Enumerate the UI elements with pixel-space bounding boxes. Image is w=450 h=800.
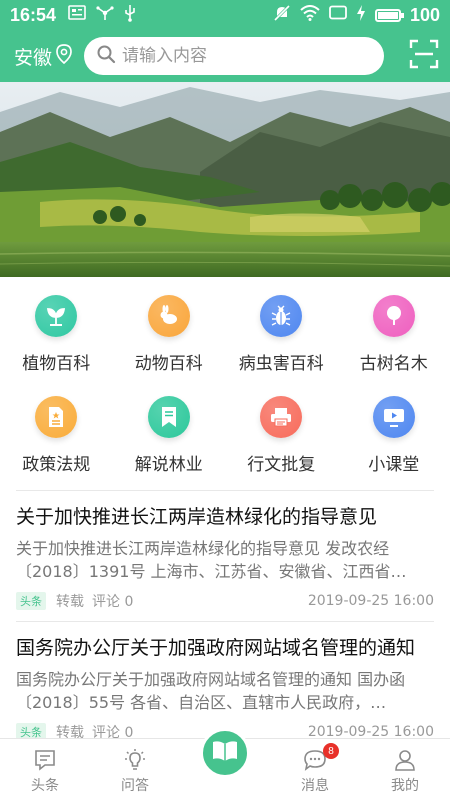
mute-icon bbox=[273, 4, 291, 27]
location-pin-icon bbox=[56, 43, 72, 69]
category-policy-regulations[interactable]: 政策法规 bbox=[0, 396, 113, 475]
category-grid: 植物百科 动物百科 病虫害百科 古树名木 政策法规 解说林业 行文批复 小课堂 bbox=[0, 295, 450, 475]
news-meta: 头条 转载 评论 0 2019-09-25 16:00 bbox=[16, 591, 434, 611]
tab-label: 头条 bbox=[31, 778, 59, 794]
news-title: 关于加快推进长江两岸造林绿化的指导意见 bbox=[16, 506, 378, 528]
category-animal-encyclopedia[interactable]: 动物百科 bbox=[113, 295, 226, 374]
bug-icon bbox=[260, 295, 303, 337]
landscape-banner[interactable] bbox=[0, 82, 450, 277]
tab-messages[interactable]: 8 消息 bbox=[270, 739, 360, 800]
category-mini-classroom[interactable]: 小课堂 bbox=[338, 396, 450, 475]
location-selector[interactable]: 安徽 bbox=[14, 43, 72, 70]
news-summary: 国务院办公厅关于加强政府网站域名管理的通知 国办函〔2018〕55号 各省、自治… bbox=[16, 670, 406, 712]
video-icon bbox=[372, 396, 415, 438]
status-bar: 16:54 100 bbox=[0, 0, 450, 30]
category-plant-encyclopedia[interactable]: 植物百科 bbox=[0, 295, 113, 374]
tab-qa[interactable]: 问答 bbox=[90, 739, 180, 800]
category-label: 行文批复 bbox=[247, 455, 316, 475]
open-book-icon bbox=[211, 739, 239, 767]
tab-label: 问答 bbox=[121, 778, 149, 794]
category-ancient-trees[interactable]: 古树名木 bbox=[338, 295, 450, 374]
news-list: 关于加快推进长江两岸造林绿化的指导意见 关于加快推进长江两岸造林绿化的指导意见 … bbox=[0, 490, 450, 752]
search-input[interactable] bbox=[122, 46, 363, 66]
battery-level: 100 bbox=[409, 4, 440, 25]
scan-button[interactable] bbox=[408, 39, 440, 73]
headlines-icon bbox=[33, 745, 57, 775]
plant-icon bbox=[35, 295, 78, 337]
cast-icon bbox=[329, 5, 347, 25]
tab-label: 我的 bbox=[391, 778, 419, 794]
tab-label: 消息 bbox=[301, 778, 329, 794]
category-label: 政策法规 bbox=[22, 455, 91, 475]
user-icon bbox=[393, 745, 417, 775]
usb-tether-icon bbox=[96, 5, 114, 26]
library-button[interactable] bbox=[200, 728, 250, 778]
category-official-replies[interactable]: 行文批复 bbox=[225, 396, 338, 475]
scan-icon bbox=[409, 39, 439, 73]
battery-icon bbox=[374, 8, 404, 22]
search-icon bbox=[96, 44, 116, 68]
category-label: 植物百科 bbox=[22, 354, 91, 374]
comment-count: 评论 0 bbox=[92, 594, 134, 610]
tree-icon bbox=[372, 295, 415, 337]
message-badge: 8 bbox=[323, 743, 339, 759]
bookmark-icon bbox=[147, 396, 190, 438]
top-header: 安徽 bbox=[0, 30, 450, 82]
tab-mine[interactable]: 我的 bbox=[360, 739, 450, 800]
category-label: 病虫害百科 bbox=[238, 354, 324, 374]
category-label: 解说林业 bbox=[134, 455, 203, 475]
status-time: 16:54 bbox=[10, 4, 57, 25]
category-label: 古树名木 bbox=[359, 354, 428, 374]
category-pest-encyclopedia[interactable]: 病虫害百科 bbox=[225, 295, 338, 374]
news-summary: 关于加快推进长江两岸造林绿化的指导意见 发改农经〔2018〕1391号 上海市、… bbox=[16, 539, 407, 581]
lightbulb-icon bbox=[123, 745, 147, 775]
wifi-icon bbox=[300, 4, 320, 26]
search-box[interactable] bbox=[84, 37, 385, 75]
usb-icon bbox=[124, 4, 136, 27]
printer-icon bbox=[260, 396, 303, 438]
repost-label: 转载 bbox=[56, 594, 84, 610]
category-label: 动物百科 bbox=[134, 354, 203, 374]
news-date: 2019-09-25 16:00 bbox=[307, 593, 434, 609]
charging-icon bbox=[356, 4, 366, 26]
rabbit-icon bbox=[147, 295, 190, 337]
category-forestry-explained[interactable]: 解说林业 bbox=[113, 396, 226, 475]
tab-library[interactable] bbox=[180, 728, 270, 800]
document-icon bbox=[35, 396, 78, 438]
news-item[interactable]: 关于加快推进长江两岸造林绿化的指导意见 关于加快推进长江两岸造林绿化的指导意见 … bbox=[0, 491, 450, 621]
category-label: 小课堂 bbox=[368, 455, 420, 475]
bottom-tab-bar: 头条 问答 8 消息 我的 bbox=[0, 728, 450, 800]
headline-tag: 头条 bbox=[16, 592, 46, 610]
location-label: 安徽 bbox=[14, 46, 53, 69]
news-title: 国务院办公厅关于加强政府网站域名管理的通知 bbox=[16, 637, 416, 659]
sim-card-icon bbox=[68, 5, 86, 25]
tab-headlines[interactable]: 头条 bbox=[0, 739, 90, 800]
